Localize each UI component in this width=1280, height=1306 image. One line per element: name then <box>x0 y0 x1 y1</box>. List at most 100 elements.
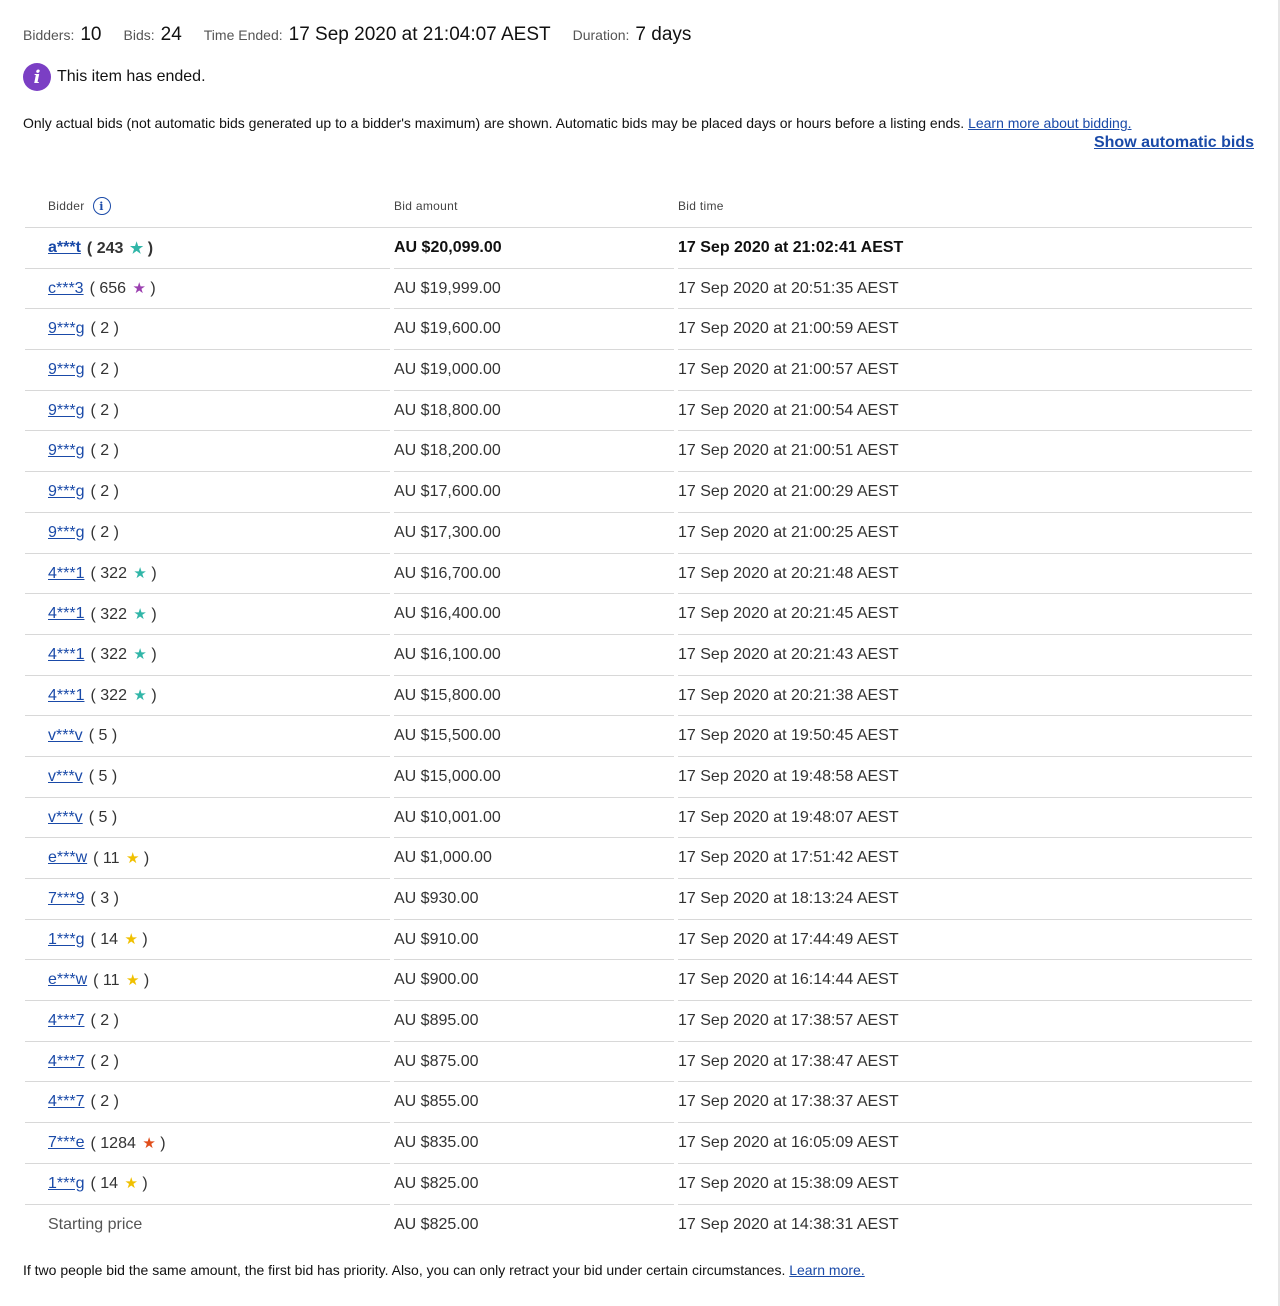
bid-time: 17 Sep 2020 at 17:38:37 AEST <box>678 1093 899 1111</box>
bidder-link[interactable]: 4***1 <box>48 605 84 623</box>
table-row: 1***g ( 14 ★ ) AU $825.00 17 Sep 2020 at 15… <box>25 1164 1252 1205</box>
bid-time: 17 Sep 2020 at 15:38:09 AEST <box>678 1174 899 1192</box>
bidder-feedback: ( 2 ) <box>90 1012 119 1030</box>
bid-time: 17 Sep 2020 at 16:05:09 AEST <box>678 1134 899 1152</box>
learn-more-bidding-link[interactable]: Learn more about bidding. <box>968 115 1131 131</box>
table-body: a***t ( 243 ★ ) AU $20,099.00 17 Sep 2020 a… <box>25 228 1252 1245</box>
feedback-score: 5 <box>98 727 108 745</box>
bidder-link[interactable]: 7***e <box>48 1134 84 1152</box>
feedback-star-icon: ★ <box>133 646 147 664</box>
bidder-cell: 7***e ( 1284 ★ ) <box>48 1123 166 1163</box>
item-ended-text: This item has ended. <box>57 68 206 85</box>
bidder-info-icon[interactable]: i <box>92 197 111 215</box>
bid-amount: AU $875.00 <box>394 1052 479 1070</box>
feedback-star-icon: ★ <box>133 687 147 705</box>
header-bidder-label: Bidder <box>48 199 85 213</box>
bidder-link[interactable]: 9***g <box>48 361 84 379</box>
bid-amount: AU $910.00 <box>394 930 479 948</box>
table-row: v***v ( 5 ) AU $10,001.00 17 Sep 2020 at 19… <box>25 798 1252 839</box>
bid-amount: AU $17,300.00 <box>394 523 501 541</box>
bidder-link[interactable]: e***w <box>48 971 87 989</box>
learn-more-link[interactable]: Learn more. <box>789 1262 864 1278</box>
bidder-link[interactable]: a***t <box>48 239 81 257</box>
table-row: 9***g ( 2 ) AU $19,000.00 17 Sep 2020 at 21… <box>25 350 1252 391</box>
bidder-link[interactable]: e***w <box>48 849 87 867</box>
bid-time: 17 Sep 2020 at 21:00:59 AEST <box>678 320 899 338</box>
bidder-link[interactable]: 9***g <box>48 320 84 338</box>
table-row: 4***7 ( 2 ) AU $875.00 17 Sep 2020 at 17:38… <box>25 1042 1252 1083</box>
bidder-cell: 9***g ( 2 ) <box>48 391 119 431</box>
feedback-score: 243 <box>96 239 124 257</box>
bid-time: 17 Sep 2020 at 19:50:45 AEST <box>678 727 899 745</box>
bidder-link[interactable]: 9***g <box>48 442 84 460</box>
bidder-feedback: ( 322 ★ ) <box>90 605 157 623</box>
table-row: 1***g ( 14 ★ ) AU $910.00 17 Sep 2020 at 17… <box>25 920 1252 961</box>
feedback-score: 2 <box>100 442 110 460</box>
bidder-feedback: ( 14 ★ ) <box>90 931 148 949</box>
table-row: a***t ( 243 ★ ) AU $20,099.00 17 Sep 2020 a… <box>25 228 1252 269</box>
bidder-link[interactable]: 4***7 <box>48 1053 84 1071</box>
bidder-link[interactable]: 4***1 <box>48 646 84 664</box>
bidder-cell: 4***1 ( 322 ★ ) <box>48 635 157 675</box>
bid-time: 17 Sep 2020 at 20:51:35 AEST <box>678 279 899 297</box>
feedback-star-icon: ★ <box>124 1175 138 1193</box>
bid-time: 17 Sep 2020 at 19:48:58 AEST <box>678 767 899 785</box>
bid-time: 17 Sep 2020 at 21:02:41 AEST <box>678 239 904 256</box>
bid-amount: AU $930.00 <box>394 890 479 907</box>
bidder-cell: a***t ( 243 ★ ) <box>48 228 153 268</box>
table-row: 9***g ( 2 ) AU $19,600.00 17 Sep 2020 at 21… <box>25 309 1252 351</box>
bidder-feedback: ( 5 ) <box>88 808 118 826</box>
bidder-link[interactable]: 7***9 <box>48 890 84 908</box>
header-bid-time: Bid time <box>678 199 724 213</box>
starting-price-time: 17 Sep 2020 at 14:38:31 AEST <box>678 1215 899 1233</box>
table-row: 9***g ( 2 ) AU $18,200.00 17 Sep 2020 at 21… <box>25 431 1252 473</box>
bid-amount: AU $15,500.00 <box>394 727 501 745</box>
feedback-star-icon: ★ <box>125 849 140 867</box>
bidder-feedback: ( 322 ★ ) <box>90 565 157 582</box>
bid-time: 17 Sep 2020 at 20:21:48 AEST <box>678 564 899 582</box>
bid-time: 17 Sep 2020 at 21:00:25 AEST <box>678 523 899 541</box>
bids-note: Only actual bids (not automatic bids gen… <box>23 115 1132 131</box>
bid-amount: AU $15,000.00 <box>394 767 501 785</box>
feedback-star-icon: ★ <box>125 971 140 989</box>
table-row: 4***1 ( 322 ★ ) AU $15,800.00 17 Sep 2020 a… <box>25 676 1252 717</box>
bid-amount: AU $17,600.00 <box>394 483 501 501</box>
table-row: 7***9 ( 3 ) AU $930.00 17 Sep 2020 at 18:13… <box>25 879 1252 920</box>
bid-amount: AU $16,700.00 <box>394 564 501 582</box>
table-row: e***w ( 11 ★ ) AU $900.00 17 Sep 2020 at 16… <box>25 960 1252 1002</box>
bidder-link[interactable]: 4***1 <box>48 687 84 705</box>
bidder-cell: c***3 ( 656 ★ ) <box>48 269 156 309</box>
bidder-cell: 4***1 ( 322 ★ ) <box>48 676 157 716</box>
bidder-feedback: ( 2 ) <box>90 442 119 460</box>
feedback-star-icon: ★ <box>129 239 144 257</box>
table-row: 4***7 ( 2 ) AU $895.00 17 Sep 2020 at 17:38… <box>25 1001 1252 1042</box>
bidder-link[interactable]: v***v <box>48 727 83 745</box>
bids-label: Bids: <box>123 27 155 43</box>
bidder-link[interactable]: 1***g <box>48 931 84 949</box>
bidder-cell: 4***7 ( 2 ) <box>48 1082 119 1122</box>
bidder-link[interactable]: 9***g <box>48 483 84 501</box>
bidder-link[interactable]: v***v <box>48 809 83 827</box>
bid-time: 17 Sep 2020 at 16:14:44 AEST <box>678 971 899 989</box>
feedback-score: 3 <box>100 890 110 907</box>
feedback-score: 14 <box>100 1175 119 1193</box>
show-automatic-bids-link[interactable]: Show automatic bids <box>1094 134 1254 152</box>
bidder-link[interactable]: 4***1 <box>48 565 84 583</box>
bidder-feedback: ( 243 ★ ) <box>86 239 154 257</box>
bidder-feedback: ( 2 ) <box>90 361 119 379</box>
info-icon: i <box>23 63 51 91</box>
bidder-link[interactable]: 9***g <box>48 524 84 542</box>
table-row: 9***g ( 2 ) AU $18,800.00 17 Sep 2020 at 21… <box>25 391 1252 432</box>
bidder-link[interactable]: 1***g <box>48 1175 84 1193</box>
bid-time: 17 Sep 2020 at 17:38:57 AEST <box>678 1012 899 1030</box>
feedback-score: 2 <box>100 1093 110 1111</box>
bidder-link[interactable]: c***3 <box>48 280 84 298</box>
bidder-link[interactable]: 4***7 <box>48 1093 84 1111</box>
bidder-link[interactable]: 4***7 <box>48 1012 84 1030</box>
feedback-score: 2 <box>100 361 110 379</box>
header-bid-amount: Bid amount <box>394 199 458 213</box>
bidder-feedback: ( 2 ) <box>90 1093 119 1111</box>
bidder-link[interactable]: 9***g <box>48 402 84 420</box>
bidders-label: Bidders: <box>23 27 75 43</box>
bidder-link[interactable]: v***v <box>48 768 83 786</box>
